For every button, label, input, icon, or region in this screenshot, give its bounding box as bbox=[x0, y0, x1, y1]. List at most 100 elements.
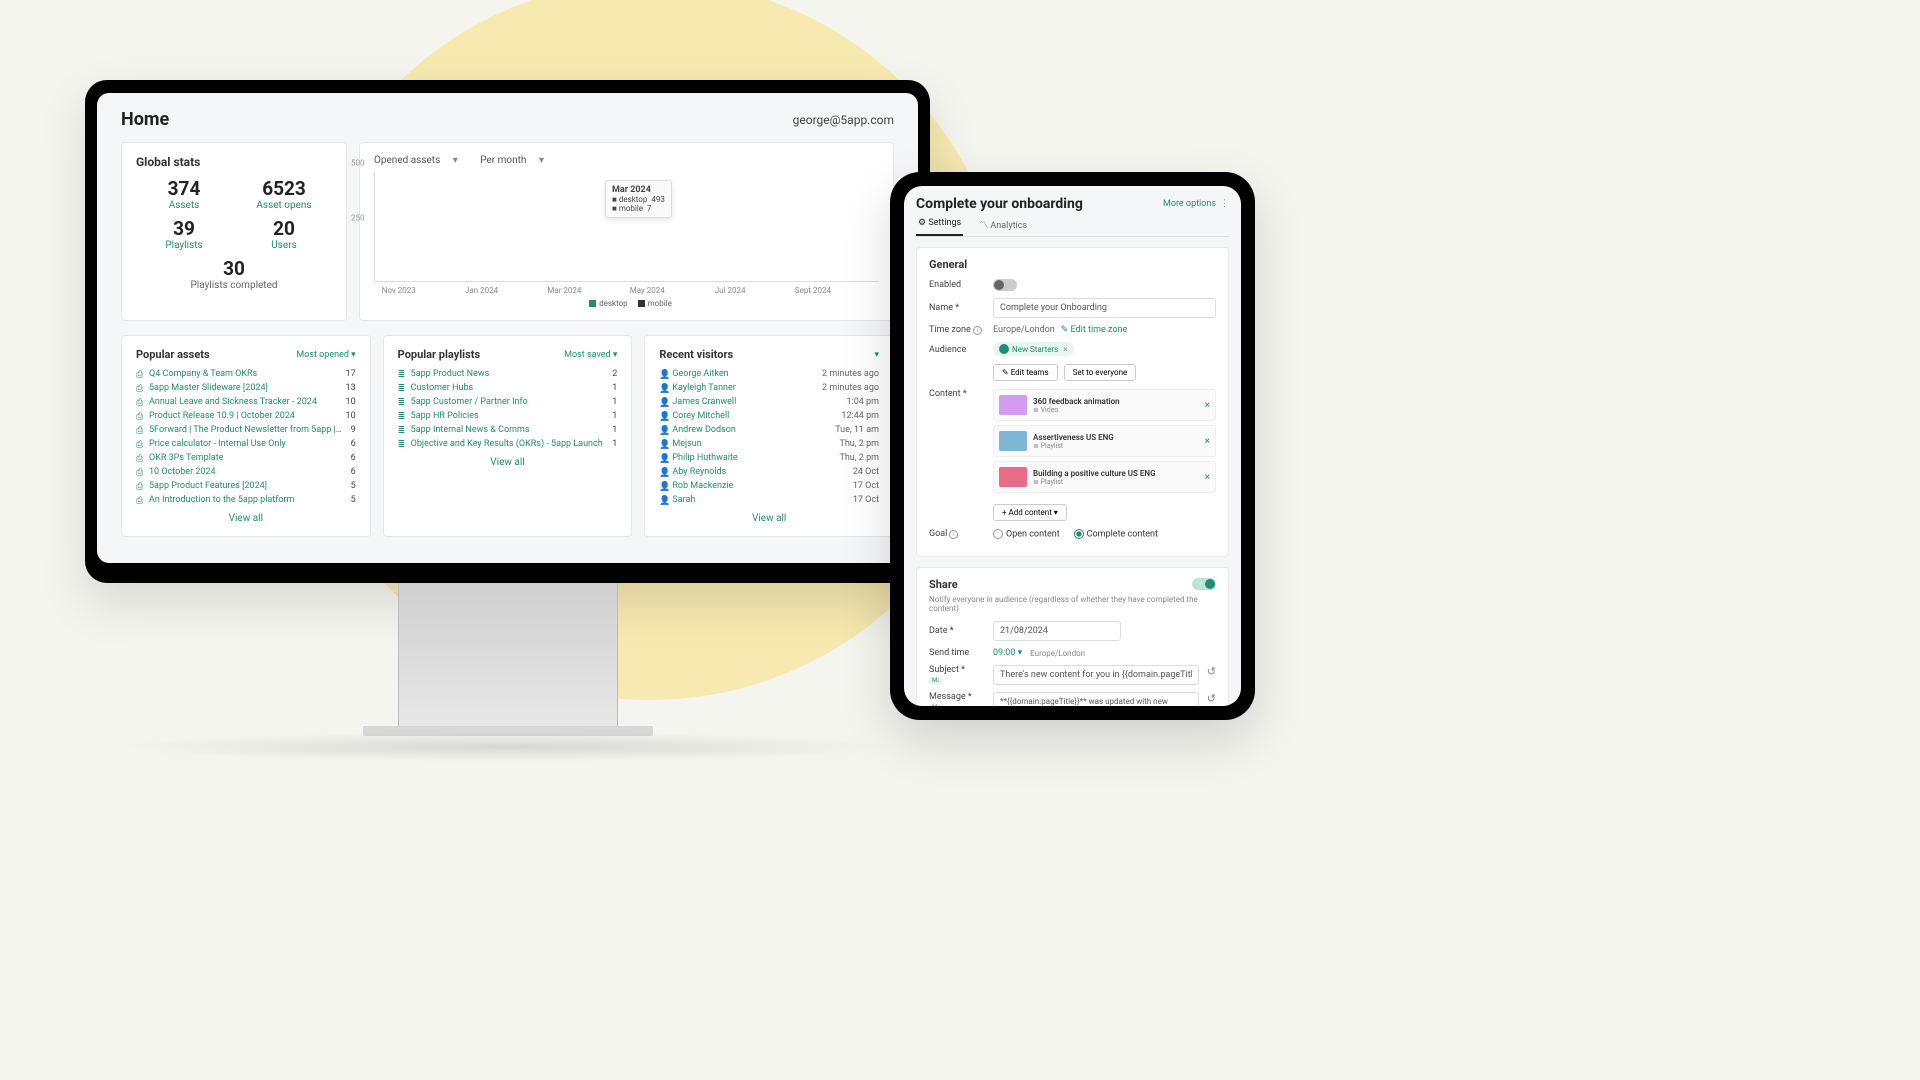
list-item[interactable]: 👤Corey Mitchell12:44 pm bbox=[659, 409, 879, 423]
playlists-view-all-link[interactable]: View all bbox=[398, 457, 618, 468]
list-item[interactable]: 👤James Cranwell1:04 pm bbox=[659, 395, 879, 409]
asset-icon: ⎙ bbox=[136, 454, 145, 463]
visitors-view-all-link[interactable]: View all bbox=[659, 513, 879, 524]
stat-label[interactable]: Playlists completed bbox=[136, 280, 332, 291]
reset-message-icon[interactable]: ↺ bbox=[1207, 692, 1216, 705]
remove-content-icon[interactable]: × bbox=[1205, 436, 1210, 447]
send-time-dropdown[interactable]: 09:00 ▾ bbox=[993, 648, 1022, 658]
share-heading: Share bbox=[929, 578, 958, 591]
list-item[interactable]: 👤Aby Reynolds24 Oct bbox=[659, 465, 879, 479]
list-item[interactable]: ≣5app Internal News & Comms1 bbox=[398, 423, 618, 437]
edit-timezone-link[interactable]: ✎ Edit time zone bbox=[1061, 325, 1128, 335]
list-item[interactable]: ≣5app Customer / Partner Info1 bbox=[398, 395, 618, 409]
message-textarea[interactable]: **{{domain.pageTitle}}** was updated wit… bbox=[993, 692, 1199, 706]
person-icon: 👤 bbox=[659, 468, 668, 477]
asset-icon: ⎙ bbox=[136, 370, 145, 379]
list-item[interactable]: ≣Customer Hubs1 bbox=[398, 381, 618, 395]
assets-view-all-link[interactable]: View all bbox=[136, 513, 356, 524]
general-section: General Enabled Name Time zonei Europe/L… bbox=[916, 247, 1229, 557]
timezone-value: Europe/London bbox=[993, 325, 1055, 335]
list-item[interactable]: 👤Sarah17 Oct bbox=[659, 493, 879, 507]
content-label: Content bbox=[929, 389, 985, 399]
list-item[interactable]: ⎙5app Product Features [2024]5 bbox=[136, 479, 356, 493]
user-email[interactable]: george@5app.com bbox=[793, 113, 894, 127]
list-item[interactable]: ≣Objective and Key Results (OKRs) - 5app… bbox=[398, 437, 618, 451]
stat-value: 20 bbox=[236, 217, 332, 240]
person-icon: 👤 bbox=[659, 412, 668, 421]
subject-input[interactable] bbox=[993, 665, 1199, 685]
share-subtitle: Notify everyone in audience (regardless … bbox=[929, 595, 1216, 613]
list-item[interactable]: 👤Andrew DodsonTue, 11 am bbox=[659, 423, 879, 437]
recent-visitors-card: Recent visitors ▾ 👤George Aitken2 minute… bbox=[644, 335, 894, 537]
stat-value: 30 bbox=[136, 257, 332, 280]
share-toggle[interactable] bbox=[1192, 578, 1216, 590]
visitors-sort-dropdown[interactable]: ▾ bbox=[874, 350, 879, 360]
stat-label[interactable]: Assets bbox=[136, 200, 232, 211]
goal-open-radio[interactable]: Open content bbox=[993, 529, 1060, 539]
dashboard: Home george@5app.com Global stats 374Ass… bbox=[97, 93, 918, 563]
playlist-icon: ≣ bbox=[398, 426, 407, 435]
list-item[interactable]: ≣5app Product News2 bbox=[398, 367, 618, 381]
reset-subject-icon[interactable]: ↺ bbox=[1207, 665, 1216, 678]
audience-chip[interactable]: New Starters× bbox=[993, 342, 1074, 356]
list-item[interactable]: ⎙Product Release 10.9 | October 202410 bbox=[136, 409, 356, 423]
add-content-button[interactable]: + Add content ▾ bbox=[993, 504, 1067, 521]
remove-content-icon[interactable]: × bbox=[1205, 472, 1210, 483]
global-stats-card: Global stats 374Assets6523Asset opens39P… bbox=[121, 142, 347, 321]
tab-analytics[interactable]: 〽 Analytics bbox=[977, 218, 1029, 236]
asset-icon: ⎙ bbox=[136, 398, 145, 407]
asset-icon: ⎙ bbox=[136, 496, 145, 505]
popular-assets-card: Popular assets Most opened ▾ ⎙Q4 Company… bbox=[121, 335, 371, 537]
goal-complete-radio[interactable]: Complete content bbox=[1074, 529, 1158, 539]
asset-icon: ⎙ bbox=[136, 468, 145, 477]
list-item[interactable]: ⎙Price calculator - Internal Use Only6 bbox=[136, 437, 356, 451]
tab-settings[interactable]: ⚙ Settings bbox=[916, 218, 963, 236]
playlists-sort-dropdown[interactable]: Most saved ▾ bbox=[564, 350, 617, 360]
stat-label[interactable]: Asset opens bbox=[236, 200, 332, 211]
person-icon: 👤 bbox=[659, 370, 668, 379]
content-item[interactable]: 360 feedback animation≣ Video× bbox=[993, 389, 1216, 421]
asset-icon: ⎙ bbox=[136, 440, 145, 449]
list-item[interactable]: ⎙Q4 Company & Team OKRs17 bbox=[136, 367, 356, 381]
chart-metric-dropdown[interactable]: Opened assets ▾ bbox=[374, 155, 468, 166]
enabled-toggle[interactable] bbox=[993, 279, 1017, 291]
page-title: Home bbox=[121, 109, 169, 130]
content-item[interactable]: Building a positive culture US ENG≣ Play… bbox=[993, 461, 1216, 493]
date-input[interactable] bbox=[993, 621, 1121, 641]
global-stats-heading: Global stats bbox=[136, 155, 332, 169]
playlist-icon: ≣ bbox=[398, 412, 407, 421]
list-item[interactable]: ⎙Annual Leave and Sickness Tracker - 202… bbox=[136, 395, 356, 409]
list-item[interactable]: ⎙10 October 20246 bbox=[136, 465, 356, 479]
remove-content-icon[interactable]: × bbox=[1205, 400, 1210, 411]
enabled-label: Enabled bbox=[929, 280, 985, 290]
send-time-label: Send time bbox=[929, 648, 985, 658]
list-item[interactable]: 👤Rob Mackenzie17 Oct bbox=[659, 479, 879, 493]
list-item[interactable]: ⎙5app Master Slideware [2024]13 bbox=[136, 381, 356, 395]
list-item[interactable]: 👤Philip HuthwaiteThu, 2 pm bbox=[659, 451, 879, 465]
edit-teams-button[interactable]: ✎ Edit teams bbox=[993, 364, 1058, 381]
audience-label: Audience bbox=[929, 345, 985, 355]
list-item[interactable]: ⎙OKR 3Ps Template6 bbox=[136, 451, 356, 465]
list-item[interactable]: ≣5app HR Policies1 bbox=[398, 409, 618, 423]
popular-assets-heading: Popular assets bbox=[136, 348, 210, 361]
list-item[interactable]: 👤MejsunThu, 2 pm bbox=[659, 437, 879, 451]
assets-sort-dropdown[interactable]: Most opened ▾ bbox=[296, 350, 355, 360]
asset-icon: ⎙ bbox=[136, 384, 145, 393]
playlist-icon: ≣ bbox=[398, 398, 407, 407]
general-heading: General bbox=[929, 258, 1216, 271]
name-input[interactable] bbox=[993, 298, 1216, 318]
chart-period-dropdown[interactable]: Per month ▾ bbox=[480, 155, 554, 166]
set-everyone-button[interactable]: Set to everyone bbox=[1064, 364, 1137, 381]
list-item[interactable]: ⎙An Introduction to the 5app platform5 bbox=[136, 493, 356, 507]
stat-label[interactable]: Users bbox=[236, 240, 332, 251]
share-section: Share Notify everyone in audience (regar… bbox=[916, 567, 1229, 706]
stat-label[interactable]: Playlists bbox=[136, 240, 232, 251]
asset-icon: ⎙ bbox=[136, 426, 145, 435]
remove-chip-icon[interactable]: × bbox=[1063, 345, 1067, 354]
list-item[interactable]: 👤Kayleigh Tanner2 minutes ago bbox=[659, 381, 879, 395]
content-item[interactable]: Assertiveness US ENG≣ Playlist× bbox=[993, 425, 1216, 457]
list-item[interactable]: ⎙5Forward | The Product Newsletter from … bbox=[136, 423, 356, 437]
more-options-button[interactable]: More options⋮ bbox=[1163, 199, 1229, 209]
list-item[interactable]: 👤George Aitken2 minutes ago bbox=[659, 367, 879, 381]
recent-visitors-heading: Recent visitors bbox=[659, 348, 733, 361]
